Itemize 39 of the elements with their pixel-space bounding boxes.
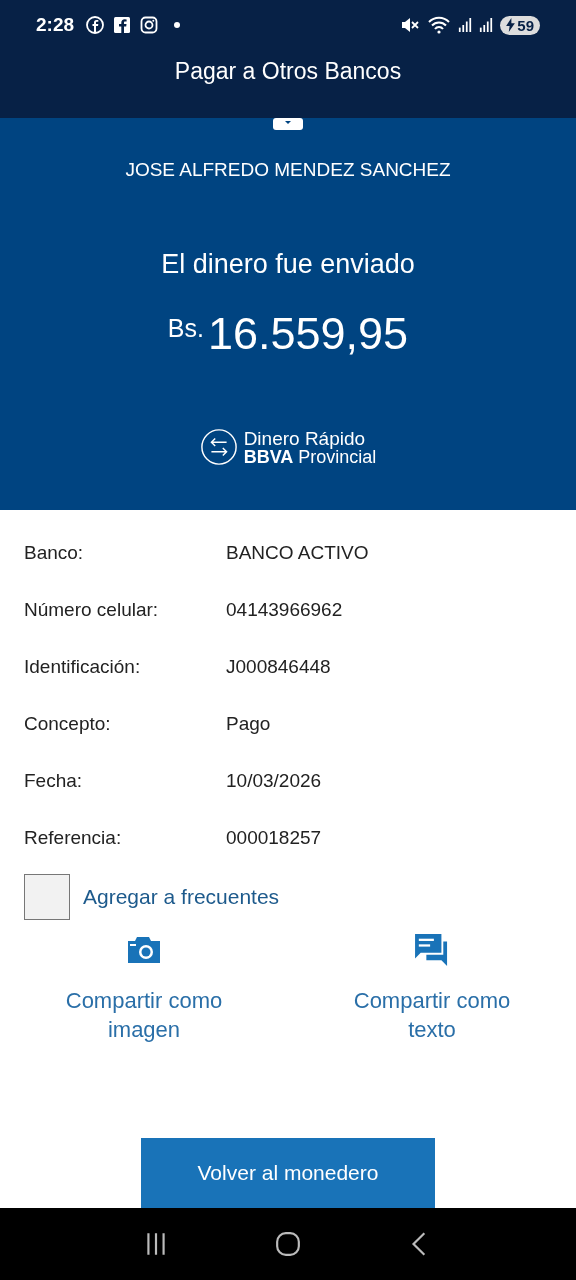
detail-label: Banco: <box>24 541 85 564</box>
amount: 16.559,95 <box>207 308 409 360</box>
wifi-icon <box>427 15 452 35</box>
detail-label: Fecha: <box>24 769 84 792</box>
charging-bolt-icon <box>506 18 516 32</box>
detail-value: J000846448 <box>226 655 331 678</box>
facebook-icon <box>112 15 133 35</box>
instagram-icon <box>139 15 160 35</box>
transfer-arrows-icon <box>199 428 238 466</box>
camera-icon[interactable] <box>126 934 162 966</box>
mute-icon <box>400 15 421 35</box>
share-link[interactable]: Compartir como texto <box>337 986 527 1044</box>
checkbox-label[interactable]: Agregar a frecuentes <box>83 885 280 909</box>
facebook-icon <box>85 15 106 35</box>
status-time: 2:28 <box>36 14 75 36</box>
share-link[interactable]: Compartir como imagen <box>49 986 239 1044</box>
screen-title: Pagar a Otros Bancos <box>173 58 403 85</box>
recipient-name: JOSE ALFREDO MENDEZ SANCHEZ <box>125 159 451 181</box>
detail-value: 10/03/2026 <box>226 769 322 792</box>
chat-icon[interactable] <box>414 934 450 966</box>
currency-symbol: Bs. <box>167 314 204 343</box>
checkbox[interactable] <box>24 874 70 920</box>
detail-value: BANCO ACTIVO <box>226 541 369 564</box>
detail-label: Identificación: <box>24 655 142 678</box>
logo-title: Dinero Rápido <box>243 428 366 448</box>
dot-icon <box>174 22 181 28</box>
signal-icon <box>458 17 473 33</box>
back-to-wallet-button[interactable]: Volver al monedero <box>141 1138 435 1208</box>
logo-subtitle: BBVA Provincial <box>243 447 377 466</box>
detail-label: Número celular: <box>24 598 160 621</box>
detail-value: 04143966962 <box>226 598 343 621</box>
detail-value: 000018257 <box>226 826 322 849</box>
success-message: El dinero fue enviado <box>161 249 415 280</box>
home-icon[interactable] <box>275 1231 301 1257</box>
detail-value: Pago <box>226 712 271 735</box>
signal-icon <box>479 17 494 33</box>
battery-level: 59 <box>517 16 534 34</box>
detail-label: Referencia: <box>24 826 123 849</box>
detail-label: Concepto: <box>24 712 112 735</box>
